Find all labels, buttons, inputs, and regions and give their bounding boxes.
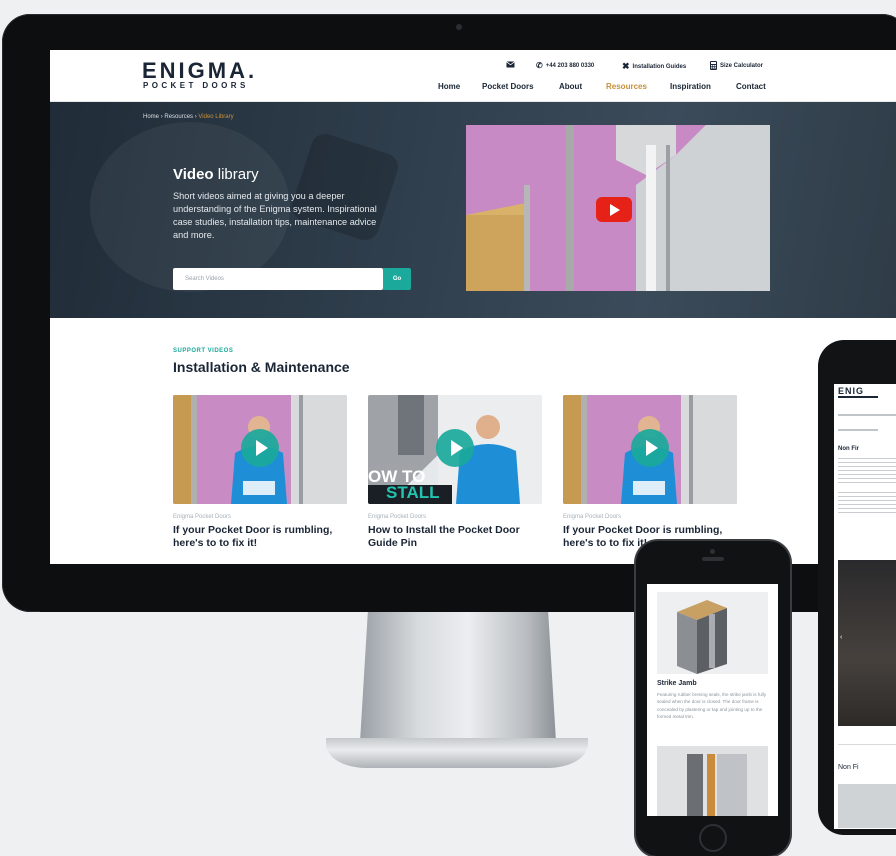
nav-inspiration[interactable]: Inspiration — [670, 82, 711, 91]
logo-tagline: POCKET DOORS — [143, 81, 249, 90]
chevron-left-icon[interactable]: ‹ — [840, 634, 842, 641]
tablet-hero-image — [838, 560, 896, 726]
imac-stand-base — [326, 738, 588, 768]
tablet-heading: Non Fir — [838, 446, 859, 452]
size-calculator-link[interactable]: Size Calculator — [710, 61, 763, 70]
tablet-product-image — [838, 784, 896, 828]
tablet-device: ENIG Non Fir ‹ Non Fi — [818, 340, 896, 835]
home-button[interactable] — [699, 824, 727, 852]
section-title: Installation & Maintenance — [173, 359, 350, 375]
tablet-logo: ENIG — [838, 386, 865, 396]
product-image-frame — [657, 746, 768, 816]
phone-link[interactable]: ✆ +44 203 880 0330 — [536, 61, 594, 70]
breadcrumb-resources[interactable]: Resources — [164, 114, 193, 120]
breadcrumb-current: Video Library — [198, 114, 234, 120]
phone-screen: Strike Jamb Featuring rubber brening sea… — [647, 584, 778, 816]
play-icon[interactable] — [631, 429, 669, 467]
product-description: Featuring rubber brening seals, the stri… — [657, 692, 767, 720]
phone-icon: ✆ — [536, 61, 543, 70]
imac-stand — [360, 612, 556, 742]
section-kicker: SUPPORT VIDEOS — [173, 348, 234, 354]
size-calculator-label: Size Calculator — [720, 62, 764, 69]
hero-description: Short videos aimed at giving you a deepe… — [173, 191, 377, 240]
nav-pocket-doors[interactable]: Pocket Doors — [482, 82, 534, 91]
search-videos-input[interactable]: Search Videos — [173, 268, 383, 290]
site-header: ENIGMA. POCKET DOORS ✆ +44 203 880 0330 … — [50, 50, 896, 102]
phone-device: Strike Jamb Featuring rubber brening sea… — [636, 541, 790, 856]
nav-contact[interactable]: Contact — [736, 82, 766, 91]
search-go-button[interactable]: Go — [383, 268, 411, 290]
phone-camera — [710, 549, 715, 554]
nav-home[interactable]: Home — [438, 82, 460, 91]
video-source: Enigma Pocket Doors — [563, 514, 622, 520]
video-source: Enigma Pocket Doors — [173, 514, 232, 520]
tablet-section-title: Non Fi — [838, 764, 859, 771]
play-icon[interactable] — [241, 429, 279, 467]
video-thumbnail[interactable]: OW TO STALL — [368, 395, 542, 504]
product-image-strike-jamb — [657, 592, 768, 674]
desktop-screen: ENIGMA. POCKET DOORS ✆ +44 203 880 0330 … — [50, 50, 896, 564]
video-title[interactable]: How to Install the Pocket Door Guide Pin — [368, 524, 542, 550]
product-title: Strike Jamb — [657, 680, 697, 687]
nav-resources[interactable]: Resources — [606, 82, 647, 91]
video-card[interactable]: Enigma Pocket Doors If your Pocket Door … — [173, 395, 347, 550]
tools-icon: ✖ — [622, 61, 630, 71]
thumbnail-overlay-text-2: STALL — [386, 483, 440, 502]
tablet-screen: ENIG Non Fir ‹ Non Fi — [834, 384, 896, 829]
play-icon[interactable] — [436, 429, 474, 467]
video-thumbnail[interactable] — [563, 395, 737, 504]
nav-about[interactable]: About — [559, 82, 582, 91]
installation-guides-label: Installation Guides — [632, 63, 687, 70]
calculator-icon — [710, 61, 717, 70]
hero-video-player[interactable] — [466, 125, 770, 291]
video-thumbnail[interactable] — [173, 395, 347, 504]
hero-banner: Home › Resources › Video Library Video l… — [50, 102, 896, 318]
breadcrumb: Home › Resources › Video Library — [143, 114, 234, 120]
video-card[interactable]: Enigma Pocket Doors If your Pocket Door … — [563, 395, 737, 550]
video-card[interactable]: OW TO STALL Enigma Pocket Doors How to I… — [368, 395, 542, 550]
camera-dot — [456, 24, 462, 30]
breadcrumb-home[interactable]: Home — [143, 114, 159, 120]
installation-guides-link[interactable]: ✖ Installation Guides — [622, 61, 686, 72]
video-source: Enigma Pocket Doors — [368, 514, 427, 520]
video-title[interactable]: If your Pocket Door is rumbling, here's … — [173, 524, 347, 550]
email-icon[interactable] — [506, 61, 515, 68]
page-title: Video library — [173, 166, 259, 183]
youtube-play-icon[interactable] — [596, 197, 632, 222]
phone-speaker — [702, 557, 724, 561]
phone-number: +44 203 880 0330 — [545, 62, 595, 69]
